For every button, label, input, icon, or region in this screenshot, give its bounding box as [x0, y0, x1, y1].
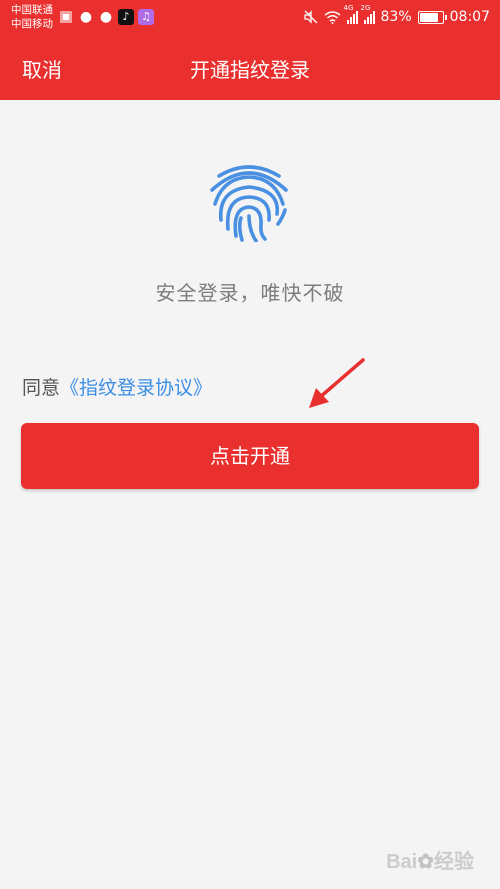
- app-notification-icon: [58, 9, 74, 25]
- tiktok-icon: ♪: [118, 9, 134, 25]
- carrier-1: 中国联通: [11, 4, 53, 16]
- signal-icon-2: 2G: [361, 4, 375, 24]
- system-status: 4G 2G 83% 08:07: [303, 4, 490, 25]
- fingerprint-icon: [205, 162, 293, 243]
- agree-prefix: 同意: [22, 377, 61, 399]
- agreement-line: 同意《指纹登录协议》: [22, 373, 212, 400]
- watermark-text: Bai: [386, 851, 418, 873]
- wifi-icon: [324, 10, 340, 24]
- mute-icon: [303, 10, 317, 24]
- battery-percent: 83%: [380, 9, 412, 25]
- header-bar: 中国联通 中国移动 ● ● ♪ ♫ 4G 2G 83% 08:07 取消 开通指…: [0, 0, 500, 100]
- watermark-suffix: 经验: [434, 851, 474, 873]
- network-type-1: 4G: [343, 4, 354, 12]
- network-type-2: 2G: [360, 4, 371, 12]
- paw-icon: ✿: [417, 851, 434, 873]
- clock: 08:07: [449, 9, 490, 25]
- agreement-link[interactable]: 《指纹登录协议》: [60, 377, 212, 399]
- tagline: 安全登录，唯快不破: [155, 281, 345, 305]
- notification-icons: ● ● ♪ ♫: [58, 9, 154, 25]
- battery-icon: [417, 10, 447, 24]
- carrier-2: 中国移动: [11, 18, 53, 30]
- page-title: 开通指纹登录: [190, 58, 310, 82]
- music-icon: ♫: [138, 9, 154, 25]
- message-icon: ●: [79, 9, 93, 25]
- signal-icon-1: 4G: [344, 4, 358, 24]
- status-bar: 中国联通 中国移动 ● ● ♪ ♫ 4G 2G 83% 08:07: [0, 0, 500, 36]
- enable-button[interactable]: 点击开通: [21, 423, 479, 489]
- wechat-icon: ●: [99, 9, 113, 25]
- carrier-info: 中国联通 中国移动: [11, 3, 53, 31]
- watermark: Bai✿经验: [386, 845, 474, 874]
- arrow-annotation: [309, 358, 365, 408]
